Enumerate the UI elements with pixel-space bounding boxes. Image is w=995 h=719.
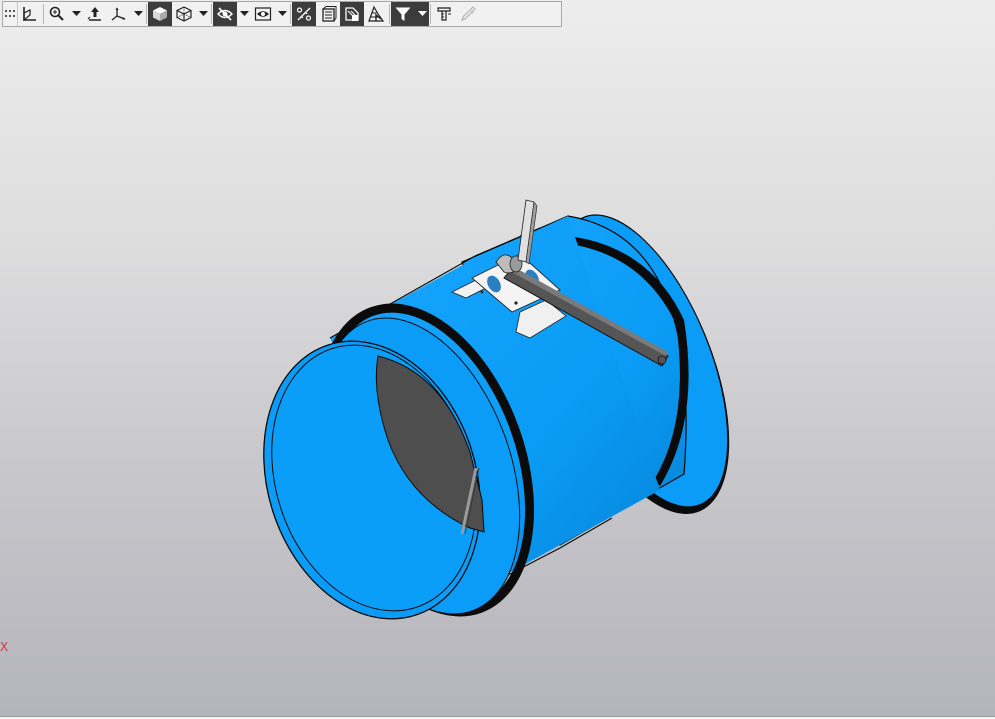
axis-x-label: X xyxy=(0,640,9,654)
zoom-button[interactable] xyxy=(45,2,69,26)
chevron-down-icon xyxy=(277,11,287,16)
toolbar-grip[interactable] xyxy=(3,2,18,26)
chevron-down-icon xyxy=(417,11,427,16)
3d-model-view[interactable] xyxy=(0,27,995,719)
filter-icon xyxy=(395,7,411,21)
grip-icon xyxy=(5,10,15,17)
pipette-icon xyxy=(460,6,476,22)
wireframe-cube-icon xyxy=(176,6,192,22)
pan-button[interactable] xyxy=(83,2,107,26)
show-eye-icon xyxy=(254,7,272,21)
axes-button[interactable] xyxy=(107,2,131,26)
toolbar-separator xyxy=(430,4,431,24)
toolbar-separator xyxy=(389,4,390,24)
measure-icon xyxy=(437,7,451,21)
perspective-button[interactable] xyxy=(364,2,388,26)
section-button[interactable] xyxy=(316,2,340,26)
filter-button[interactable] xyxy=(391,2,415,26)
perspective-icon xyxy=(368,5,385,22)
model-viewport[interactable]: X xyxy=(0,27,995,719)
shaded-cube-icon xyxy=(153,7,167,21)
shaded-button[interactable] xyxy=(148,2,172,26)
chevron-down-icon xyxy=(71,11,81,16)
chevron-down-icon xyxy=(198,11,208,16)
bracket-screw xyxy=(480,290,484,294)
hide-button[interactable] xyxy=(213,2,237,26)
wireframe-button[interactable] xyxy=(172,2,196,26)
filter-dropdown[interactable] xyxy=(415,2,429,26)
display-components-button[interactable] xyxy=(340,2,364,26)
section-icon xyxy=(322,6,337,22)
toolbar-separator xyxy=(211,4,212,24)
orientation-icon xyxy=(23,7,36,22)
hide-eye-icon xyxy=(217,7,233,21)
axes-icon xyxy=(111,7,126,21)
measure-button[interactable] xyxy=(432,2,456,26)
toolbar-separator xyxy=(146,4,147,24)
hide-dropdown[interactable] xyxy=(237,2,251,26)
constraints-button[interactable] xyxy=(292,2,316,26)
pan-icon xyxy=(87,7,101,21)
axes-dropdown[interactable] xyxy=(131,2,145,26)
chevron-down-icon xyxy=(239,11,249,16)
constraints-icon xyxy=(296,7,312,21)
bracket-screw xyxy=(514,301,518,305)
wireframe-dropdown[interactable] xyxy=(196,2,210,26)
toolbar-separator xyxy=(290,4,291,24)
chevron-down-icon xyxy=(133,11,143,16)
view-toolbar xyxy=(2,1,562,27)
toolbar-separator xyxy=(43,4,44,24)
zoom-dropdown[interactable] xyxy=(69,2,83,26)
lever-end xyxy=(657,355,667,365)
zoom-icon xyxy=(49,6,64,21)
pick-button[interactable] xyxy=(456,2,480,26)
show-dropdown[interactable] xyxy=(275,2,289,26)
show-button[interactable] xyxy=(251,2,275,26)
display-components-icon xyxy=(345,7,359,21)
orientation-button[interactable] xyxy=(18,2,42,26)
